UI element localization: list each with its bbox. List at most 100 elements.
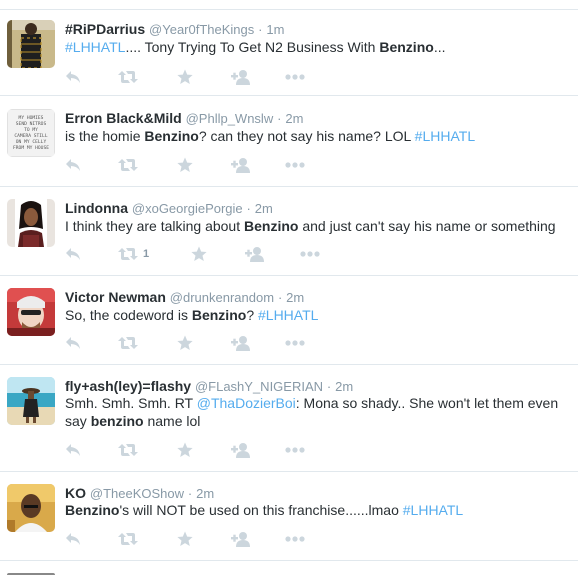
svg-text:ON MY CELLY: ON MY CELLY (16, 139, 47, 145)
author-handle[interactable]: @drunkenrandom (170, 290, 274, 305)
reply-button[interactable] (65, 68, 81, 86)
tweet-item[interactable]: KO @TheeKOShow · 2m Benzino's will NOT b… (0, 472, 578, 561)
favorite-button[interactable] (177, 156, 193, 174)
highlighted-keyword: benzino (90, 413, 144, 429)
separator-dot: · (187, 486, 193, 501)
reply-button[interactable] (65, 441, 81, 459)
author-name[interactable]: Victor Newman (65, 289, 166, 305)
author-handle[interactable]: @xoGeorgiePorgie (132, 201, 243, 216)
timestamp[interactable]: 2m (285, 111, 303, 126)
reply-button[interactable] (65, 334, 81, 352)
highlighted-keyword: Benzino (144, 128, 199, 144)
more-button[interactable] (285, 156, 305, 174)
avatar[interactable]: MY HOMIES SEND NITROS TO MY CAMERA STILL… (7, 109, 55, 157)
avatar[interactable] (7, 288, 55, 336)
timestamp[interactable]: 2m (255, 201, 273, 216)
retweet-icon (118, 443, 138, 457)
text-segment: ? can they not say his name? LOL (198, 128, 415, 144)
tweet-item[interactable]: Victor Newman @drunkenrandom · 2m So, th… (0, 276, 578, 365)
separator-dot: · (246, 201, 251, 216)
tweet-text: #LHHATL.... Tony Trying To Get N2 Busine… (65, 38, 573, 57)
avatar[interactable] (7, 199, 55, 247)
text-segment: is the homie (65, 128, 145, 144)
retweet-button[interactable] (118, 334, 138, 352)
text-segment: I think they are talking about (65, 218, 244, 234)
reply-button[interactable] (65, 156, 81, 174)
avatar[interactable] (7, 484, 55, 532)
mention-link[interactable]: @ThaDozierBoi (197, 395, 296, 411)
follow-button[interactable] (245, 245, 265, 263)
tweet-item[interactable]: #RiPDarrius @Year0fTheKings · 1m #LHHATL… (0, 10, 578, 96)
retweet-button[interactable] (118, 156, 138, 174)
hashtag-link[interactable]: #LHHATL (415, 128, 475, 144)
follow-button[interactable] (231, 68, 251, 86)
timestamp[interactable]: 2m (335, 379, 353, 394)
more-icon (285, 536, 305, 542)
reply-button[interactable] (65, 245, 81, 263)
more-button[interactable] (285, 68, 305, 86)
follow-button[interactable] (231, 530, 251, 548)
svg-text:FROM MY HOUSE: FROM MY HOUSE (13, 145, 49, 151)
author-name[interactable]: KO (65, 485, 86, 501)
author-handle[interactable]: @TheeKOShow (90, 486, 184, 501)
tweet-item[interactable]: Lindonna @xoGeorgiePorgie · 2m I think t… (0, 187, 578, 276)
retweet-button[interactable] (118, 68, 138, 86)
favorite-button[interactable] (177, 68, 193, 86)
more-button[interactable] (285, 334, 305, 352)
tweet-text: Smh. Smh. Smh. RT @ThaDozierBoi: Mona so… (65, 394, 573, 413)
more-button[interactable] (285, 530, 305, 548)
author-name[interactable]: fly+ash(ley)=flashy (65, 378, 191, 394)
tweet-header: #RiPDarrius @Year0fTheKings · 1m (65, 20, 284, 39)
more-button[interactable] (300, 245, 320, 263)
text-segment: 's will NOT be used on this franchise...… (119, 502, 403, 518)
favorite-button[interactable] (177, 530, 193, 548)
retweet-count: 1 (143, 248, 150, 260)
author-handle[interactable]: @Phllp_Wnslw (186, 111, 274, 126)
retweet-button[interactable] (118, 530, 138, 548)
reply-icon (65, 70, 81, 84)
hashtag-link[interactable]: #LHHATL (258, 307, 318, 323)
reply-icon (65, 336, 81, 350)
retweet-icon (118, 158, 138, 172)
retweet-button[interactable]: 1 (118, 245, 149, 263)
tweet-text-line2: say benzino name lol (65, 412, 573, 431)
tweet-item[interactable]: MY HOMIES SEND NITROS TO MY CAMERA STILL… (0, 96, 578, 187)
tweet-header: Erron Black&Mild @Phllp_Wnslw · 2m (65, 109, 303, 128)
reply-button[interactable] (65, 530, 81, 548)
author-handle[interactable]: @Year0fTheKings (149, 22, 254, 37)
more-button[interactable] (285, 441, 305, 459)
tweet-text: is the homie Benzino? can they not say h… (65, 127, 573, 146)
follow-icon (231, 531, 251, 547)
highlighted-keyword: Benzino (379, 39, 434, 55)
hashtag-link[interactable]: #LHHATL (403, 502, 463, 518)
favorite-icon (177, 531, 193, 547)
timestamp[interactable]: 1m (266, 22, 284, 37)
more-icon (285, 447, 305, 453)
timestamp[interactable]: 2m (196, 486, 214, 501)
favorite-icon (177, 69, 193, 85)
favorite-button[interactable] (191, 245, 207, 263)
retweet-icon (118, 247, 138, 261)
retweet-icon (118, 336, 138, 350)
more-icon (300, 251, 320, 257)
timestamp[interactable]: 2m (286, 290, 304, 305)
hashtag-link[interactable]: #LHHATL (65, 39, 125, 55)
author-name[interactable]: Erron Black&Mild (65, 110, 182, 126)
favorite-icon (177, 442, 193, 458)
avatar[interactable] (7, 377, 55, 425)
tweet-item-partial[interactable] (0, 561, 578, 575)
text-segment: : Mona so shady.. She won't let them eve… (295, 395, 559, 411)
retweet-icon (118, 532, 138, 546)
author-handle[interactable]: @FLashY_NIGERIAN (195, 379, 323, 394)
retweet-button[interactable] (118, 441, 138, 459)
follow-button[interactable] (231, 441, 251, 459)
follow-button[interactable] (231, 156, 251, 174)
tweet-item[interactable]: fly+ash(ley)=flashy @FLashY_NIGERIAN · 2… (0, 365, 578, 472)
author-name[interactable]: Lindonna (65, 200, 128, 216)
reply-icon (65, 532, 81, 546)
follow-button[interactable] (231, 334, 251, 352)
author-name[interactable]: #RiPDarrius (65, 21, 145, 37)
favorite-button[interactable] (177, 441, 193, 459)
favorite-button[interactable] (177, 334, 193, 352)
avatar[interactable] (7, 20, 55, 68)
